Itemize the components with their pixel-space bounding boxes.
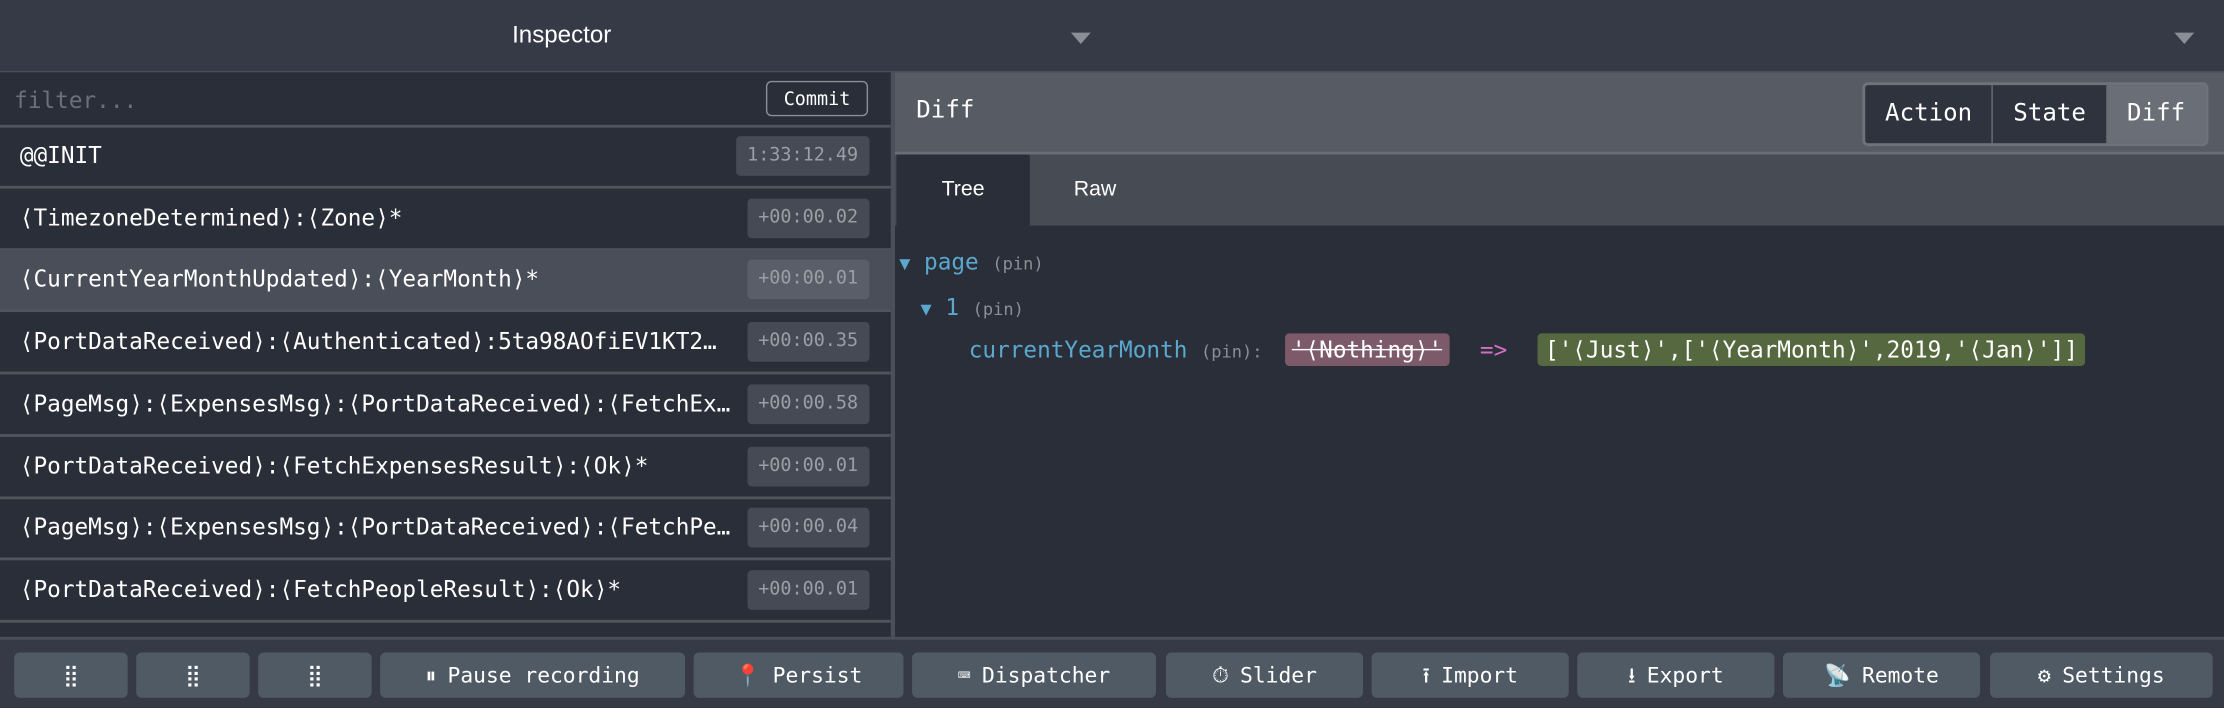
action-time-badge: +00:00.35	[746, 322, 870, 362]
remote-button[interactable]: 📡 Remote	[1782, 652, 1981, 698]
button-label: Export	[1646, 662, 1724, 688]
action-list-item[interactable]: ⟨TimezoneDetermined⟩:⟨Zone⟩* +00:00.02	[0, 188, 891, 251]
stopwatch-icon: ⏱	[1212, 662, 1229, 688]
export-button[interactable]: ⭳ Export	[1577, 652, 1775, 698]
action-list-pane: Commit @@INIT 1:33:12.49 ⟨TimezoneDetermin…	[0, 72, 891, 637]
action-list-item[interactable]: ⟨CurrentYearMonthUpdated⟩:⟨YearMonth⟩* +0…	[0, 250, 891, 313]
action-list-item[interactable]: ⟨PortDataReceived⟩:⟨Authenticated⟩:5ta98…	[0, 312, 891, 375]
action-time-badge: +00:00.01	[746, 260, 870, 300]
action-time-badge: +00:00.58	[746, 384, 870, 424]
action-name: ⟨TimezoneDetermined⟩:⟨Zone⟩*	[19, 203, 403, 231]
pin-icon: 📍	[734, 662, 762, 688]
action-name: ⟨PortDataReceived⟩:⟨FetchPeopleResult⟩:⟨…	[19, 575, 622, 603]
slider-button[interactable]: ⏱ Slider	[1165, 652, 1364, 698]
view-tabs: Tree Raw	[895, 154, 2224, 226]
node-key: page	[924, 248, 979, 276]
action-time-badge: +00:00.02	[746, 198, 870, 238]
mode-action-button[interactable]: Action	[1865, 85, 1994, 144]
filter-bar: Commit	[0, 72, 891, 128]
node-key: currentYearMonth	[968, 336, 1188, 364]
button-label: Settings	[2062, 662, 2165, 688]
button-label: Dispatcher	[982, 662, 1111, 688]
action-list-item[interactable]: ⟨PortDataReceived⟩:⟨FetchPeopleResult⟩:⟨…	[0, 560, 891, 623]
mode-diff-button[interactable]: Diff	[2107, 85, 2205, 144]
bottom-toolbar: ⣿ ⣿ ⣿ ⏸ Pause recording 📍 Persist ⌨ Dispatc…	[0, 636, 2224, 708]
instance-dropdown-chevron-down-icon[interactable]	[2174, 32, 2195, 44]
import-button[interactable]: ⭱ Import	[1371, 652, 1569, 698]
persist-button[interactable]: 📍 Persist	[693, 652, 904, 698]
action-time-badge: +00:00.01	[746, 570, 870, 610]
button-label: Pause recording	[447, 662, 640, 688]
commit-button[interactable]: Commit	[765, 80, 869, 117]
upload-icon: ⭱	[1422, 662, 1430, 688]
action-time-badge: +00:00.01	[746, 446, 870, 486]
mode-selector: Action State Diff	[1862, 82, 2208, 147]
expand-caret-icon[interactable]: ▼	[921, 299, 932, 320]
button-label: Slider	[1240, 662, 1317, 688]
detail-pane: Diff Action State Diff Tree Raw ▼ page (…	[895, 72, 2224, 637]
action-list-item[interactable]: ⟨PageMsg⟩:⟨ExpensesMsg⟩:⟨PortDataReceive…	[0, 498, 891, 561]
key-colon: :	[1252, 341, 1263, 362]
keyboard-icon: ⌨	[957, 662, 971, 688]
action-list-item[interactable]: @@INIT 1:33:12.49	[0, 126, 891, 189]
mode-state-button[interactable]: State	[1993, 85, 2108, 144]
removed-value: '⟨Nothing⟩'	[1284, 333, 1450, 366]
filter-input[interactable]	[11, 80, 727, 118]
pin-link[interactable]: (pin)	[1201, 342, 1252, 362]
action-name: ⟨CurrentYearMonthUpdated⟩:⟨YearMonth⟩*	[19, 265, 540, 293]
node-key: 1	[945, 293, 959, 321]
dock-left-icon: ⣿	[63, 662, 79, 688]
monitor-dropdown-chevron-down-icon[interactable]	[1070, 32, 1091, 44]
action-list-item[interactable]: ⟨PageMsg⟩:⟨ExpensesMsg⟩:⟨PortDataReceive…	[0, 374, 891, 437]
pause-icon: ⏸	[425, 662, 437, 688]
expand-caret-icon[interactable]: ▼	[899, 254, 910, 275]
dock-left-button[interactable]: ⣿	[14, 652, 128, 698]
pin-link[interactable]: (pin)	[973, 299, 1024, 319]
button-label: Persist	[772, 662, 863, 688]
action-list-item[interactable]: ⟨PortDataReceived⟩:⟨FetchExpensesResult⟩…	[0, 436, 891, 499]
action-time-badge: +00:00.04	[746, 508, 870, 548]
pause-recording-button[interactable]: ⏸ Pause recording	[380, 652, 686, 698]
tab-raw[interactable]: Raw	[1030, 155, 1160, 226]
dock-right-icon: ⣿	[185, 662, 201, 688]
redux-devtools-inspector: Inspector Commit @@INIT 1:33:12.49 ⟨Timezo…	[0, 0, 2224, 708]
button-label: Import	[1441, 662, 1518, 688]
dock-right-button[interactable]: ⣿	[136, 652, 250, 698]
monitor-header: Inspector	[0, 0, 2224, 73]
dock-bottom-icon: ⣿	[307, 662, 323, 688]
action-name: @@INIT	[19, 141, 102, 169]
download-icon: ⭳	[1627, 662, 1636, 688]
dock-bottom-button[interactable]: ⣿	[258, 652, 372, 698]
detail-header: Diff Action State Diff	[895, 72, 2224, 155]
antenna-icon: 📡	[1824, 662, 1851, 688]
action-name: ⟨PortDataReceived⟩:⟨FetchExpensesResult⟩…	[19, 451, 649, 479]
monitor-title: Inspector	[512, 21, 612, 49]
detail-title: Diff	[916, 96, 975, 125]
dispatcher-button[interactable]: ⌨ Dispatcher	[912, 652, 1156, 698]
action-name: ⟨PageMsg⟩:⟨ExpensesMsg⟩:⟨PortDataReceive…	[19, 389, 731, 417]
button-label: Remote	[1862, 662, 1939, 688]
diff-arrow: =>	[1479, 336, 1508, 364]
tree-node-current-year-month: currentYearMonth (pin): '⟨Nothing⟩' => […	[968, 333, 2086, 366]
tree-node-1[interactable]: ▼ 1 (pin)	[921, 294, 1024, 321]
action-name: ⟨PortDataReceived⟩:⟨Authenticated⟩:5ta98…	[19, 327, 717, 355]
pin-link[interactable]: (pin)	[992, 254, 1043, 274]
tree-node-page[interactable]: ▼ page (pin)	[899, 248, 1043, 275]
gear-icon: ⚙	[2038, 662, 2051, 688]
added-value: ['⟨Just⟩',['⟨YearMonth⟩',2019,'⟨Jan⟩']]	[1537, 333, 2086, 366]
action-time-badge: 1:33:12.49	[735, 136, 870, 176]
settings-button[interactable]: ⚙ Settings	[1990, 652, 2213, 698]
action-name: ⟨PageMsg⟩:⟨ExpensesMsg⟩:⟨PortDataReceive…	[19, 513, 731, 541]
tab-tree[interactable]: Tree	[896, 154, 1030, 226]
